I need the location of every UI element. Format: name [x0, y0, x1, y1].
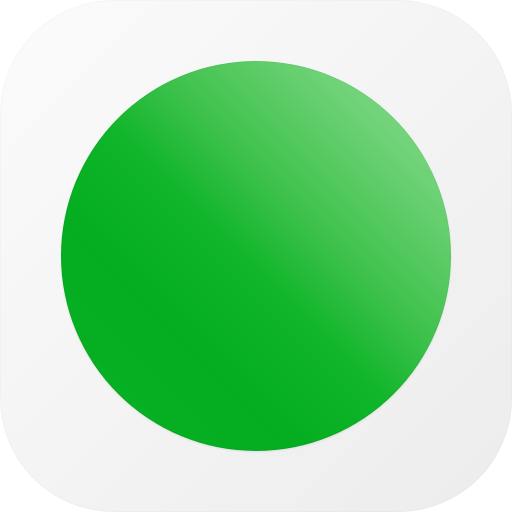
app-icon[interactable]: [0, 0, 512, 512]
app-icon-canvas: [0, 0, 512, 512]
green-circle-icon: [61, 61, 451, 451]
